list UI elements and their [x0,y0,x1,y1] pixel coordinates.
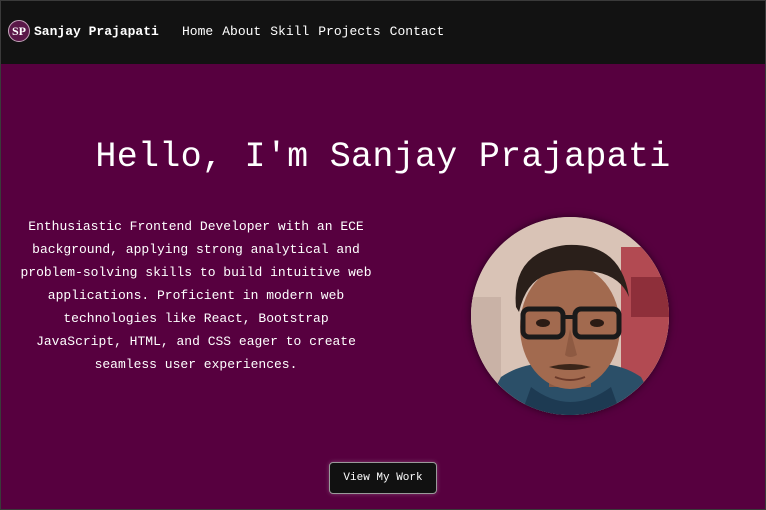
nav-link-skill[interactable]: Skill [270,24,309,39]
view-my-work-button[interactable]: View My Work [329,462,437,494]
page: SP Sanjay Prajapati Home About Skill Pro… [0,0,766,510]
nav-link-projects[interactable]: Projects [318,24,380,39]
logo-badge[interactable]: SP [8,20,30,42]
brand-name[interactable]: Sanjay Prajapati [34,24,159,39]
nav-links: Home About Skill Projects Contact [182,24,444,39]
intro-text: Enthusiastic Frontend Developer with an … [20,219,372,372]
nav-link-about[interactable]: About [222,24,261,39]
nav-link-home[interactable]: Home [182,24,213,39]
navbar: SP Sanjay Prajapati Home About Skill Pro… [1,1,765,64]
hero-title: Hello, I'm Sanjay Prajapati [95,137,671,177]
profile-photo-image [471,217,669,415]
profile-photo [471,217,669,415]
nav-link-contact[interactable]: Contact [390,24,445,39]
